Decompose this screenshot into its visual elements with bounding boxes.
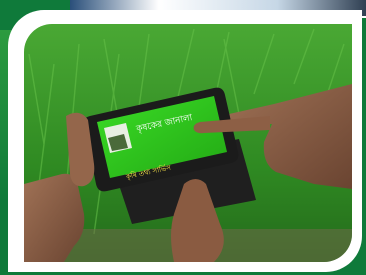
photo-illustration: কৃষকের জানালা কৃষি তথ্য সার্ভিস [24, 24, 352, 262]
photo: কৃষকের জানালা কৃষি তথ্য সার্ভিস [24, 24, 352, 262]
